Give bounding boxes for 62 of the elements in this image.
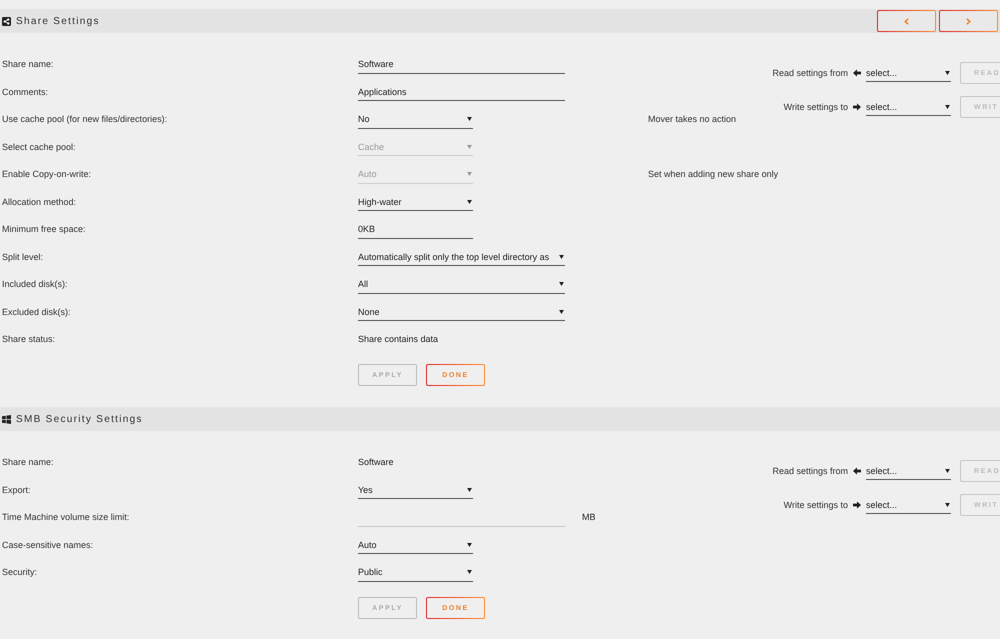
field-label: Allocation method: [2,196,78,207]
dropdown[interactable]: All [358,274,565,294]
caret-icon [467,488,472,492]
caret-icon [467,172,472,176]
dropdown[interactable]: Public [358,562,473,582]
dropdown[interactable]: High-water [358,192,473,212]
caret-icon [559,282,564,286]
field-label: Share status: [2,334,56,344]
caret-icon [467,570,472,574]
field-label: Export: [2,484,32,495]
section-title: SMB Security Settings [16,414,143,424]
chevron-left-icon [904,18,909,24]
caret-icon [467,117,472,122]
hint-text: Mover takes no action [648,114,738,124]
chevron-right-icon [966,18,971,24]
caret-icon [467,542,472,547]
field-label: Enable Copy-on-write: [2,169,92,180]
text-field[interactable]: 0KB [358,220,473,239]
arrow-left-icon [853,467,861,475]
field-label: Excluded disk(s): [2,306,72,317]
caret-icon [945,469,950,473]
previous-button[interactable] [877,10,936,32]
dropdown[interactable]: None [358,302,565,322]
caret-icon [559,310,564,314]
transfer-label: Write settings to [784,102,848,112]
caret-icon [559,254,564,259]
field-label: Included disk(s): [2,279,69,290]
field-label: Minimum free space: [2,224,87,234]
caret-icon [467,144,472,149]
field-label: Use cache pool (for new files/directories): [2,114,168,124]
share-icon [2,16,11,26]
caret-icon [945,71,950,75]
caret-icon [467,200,472,204]
transfer-label: Write settings to [784,500,848,510]
hint-text: Set when adding new share only [648,169,778,180]
dropdown[interactable]: Auto [358,535,473,554]
field-label: Time Machine volume size limit: [2,512,130,522]
arrow-right-icon [853,103,861,111]
dropdown[interactable]: Yes [358,480,473,500]
caret-icon [945,105,950,109]
unit-label: MB [582,512,596,522]
field-value: Share contains data [358,334,438,344]
dropdown[interactable]: No [358,110,473,129]
transfer-label: Read settings from [772,68,848,78]
four-panes-icon [2,414,11,424]
dropdown[interactable]: Automatically split only the top level directory as [358,247,565,266]
text-field[interactable]: Software [358,54,565,74]
caret-icon [945,503,950,507]
field-label: Select cache pool: [2,142,77,152]
field-label: Security: [2,567,38,578]
field-label: Share name: [2,457,55,468]
field-label: Comments: [2,86,50,97]
field-label: Case-sensitive names: [2,540,94,550]
transfer-label: Read settings from [772,466,848,476]
arrow-right-icon [853,501,861,509]
field-label: Share name: [2,59,55,70]
text-field[interactable]: Applications [358,82,565,102]
field-label: Split level: [2,252,44,262]
arrow-left-icon [853,69,861,77]
field-value: Software [358,457,394,468]
section-title: Share Settings [16,16,100,26]
next-button[interactable] [939,10,998,32]
